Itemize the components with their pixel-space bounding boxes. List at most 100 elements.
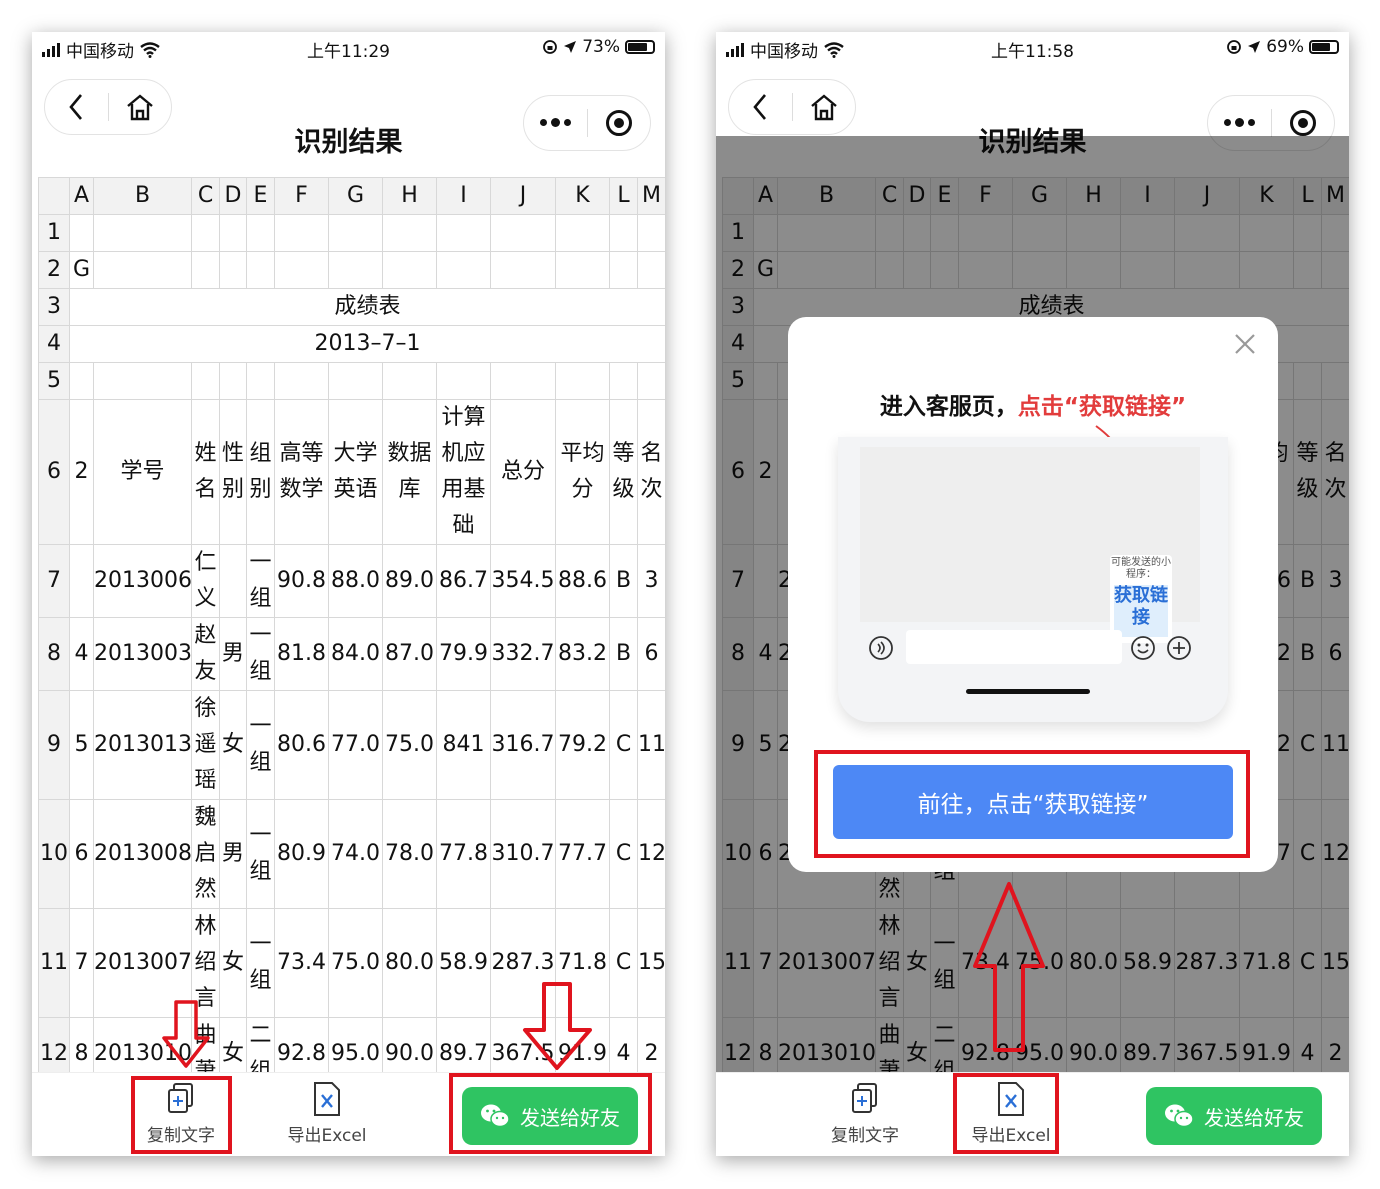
copy-icon [852, 1083, 877, 1113]
header-cell: 名次 [637, 399, 665, 545]
send-to-friend-label: 发送给好友 [1204, 1105, 1304, 1130]
table-cell: 男 [219, 617, 247, 691]
table-cell [69, 544, 94, 618]
chat-illustration: 可能发送的小程序： 获取链接 [838, 437, 1228, 722]
table-cell: 332.7 [490, 617, 556, 691]
close-miniprogram-button[interactable] [588, 95, 651, 151]
sheet-title: 成绩表 [69, 288, 665, 326]
table-row: 1 [38, 214, 665, 252]
mini-card-button: 获取链接 [1114, 585, 1168, 637]
chevron-left-icon [69, 94, 83, 120]
table-cell: 75.0 [328, 908, 383, 1018]
row-number: 7 [38, 544, 70, 618]
table-cell: 83.2 [555, 617, 610, 691]
copy-text-button[interactable]: 复制文字 [810, 1081, 920, 1146]
header-cell: 计算机应用基础 [436, 399, 491, 545]
chat-input-mock [906, 630, 1122, 664]
table-cell: 88.6 [555, 544, 610, 618]
table-cell: 3 [637, 544, 665, 618]
table-cell: 一组 [246, 617, 275, 691]
more-dots-icon [1223, 118, 1255, 127]
table-cell: 6 [637, 617, 665, 691]
voice-icon [869, 636, 893, 660]
target-icon [605, 110, 632, 136]
table-row: 2 G [38, 251, 665, 289]
column-header: I [436, 177, 491, 215]
modal-close-button[interactable] [1232, 331, 1258, 357]
table-cell: 86.7 [436, 544, 491, 618]
table-cell: 316.7 [490, 690, 556, 800]
table-cell: 一组 [246, 799, 275, 909]
row-number: 11 [38, 908, 70, 1018]
close-icon [1235, 334, 1255, 354]
phone-right: 中国移动 上午11:58 69% 识别结果 A B C D E F G H I … [716, 32, 1349, 1156]
target-icon [1289, 110, 1316, 136]
lock-rotation-icon [1227, 40, 1242, 54]
table-row: 7 2013006 仁义 一组 90.8 88.0 89.0 86.7 354.… [38, 544, 665, 618]
table-cell: 赵友 [191, 617, 220, 691]
table-cell: 一组 [246, 544, 275, 618]
column-header: D [219, 177, 247, 215]
column-header: E [246, 177, 275, 215]
more-dots-icon [539, 118, 571, 127]
column-header: A [69, 177, 94, 215]
header-cell: 平均分 [555, 399, 610, 545]
table-cell: C [609, 908, 638, 1018]
home-icon [126, 94, 153, 121]
location-icon [1248, 41, 1261, 53]
copy-text-label: 复制文字 [831, 1126, 899, 1146]
table-cell: 58.9 [436, 908, 491, 1018]
table-cell: 5 [69, 690, 94, 800]
table-cell: 4 [69, 617, 94, 691]
header-cell: 组别 [246, 399, 275, 545]
emoji-icon [1131, 636, 1155, 660]
table-cell: 女 [219, 908, 247, 1018]
export-excel-button[interactable]: 导出Excel [272, 1081, 382, 1146]
location-icon [564, 41, 577, 53]
column-header: G [328, 177, 383, 215]
row-number: 4 [38, 325, 70, 363]
nav-bar: 识别结果 [32, 62, 665, 170]
table-header-row: 6 2 学号 姓名 性别 组别 高等数学 大学英语 数据库 计算机应用基础 总分… [38, 399, 665, 545]
table-cell: 77.7 [555, 799, 610, 909]
column-header: K [555, 177, 610, 215]
table-cell: 77.8 [436, 799, 491, 909]
lock-rotation-icon [543, 40, 558, 54]
plus-icon [1167, 636, 1191, 660]
arrow-down-icon [162, 1000, 210, 1068]
table-cell: 78.0 [382, 799, 437, 909]
table-cell: 89.0 [382, 544, 437, 618]
column-header: H [382, 177, 437, 215]
more-button[interactable] [524, 95, 587, 151]
send-to-friend-button[interactable]: 发送给好友 [1146, 1087, 1322, 1145]
table-cell: 12 [637, 799, 665, 909]
battery-percent: 73% [582, 37, 620, 57]
chat-illustration-screen: 可能发送的小程序： 获取链接 [860, 447, 1200, 643]
table-cell: 77.0 [328, 690, 383, 800]
row-number: 6 [38, 399, 70, 545]
table-cell: 79.9 [436, 617, 491, 691]
table-cell: 2013003 [93, 617, 192, 691]
column-header: C [191, 177, 220, 215]
row-number: 1 [38, 214, 70, 252]
excel-file-icon [314, 1082, 340, 1116]
column-header: F [274, 177, 329, 215]
table-cell: 仁义 [191, 544, 220, 618]
header-cell: 高等数学 [274, 399, 329, 545]
table-row: 5 [38, 362, 665, 400]
table-cell: 88.0 [328, 544, 383, 618]
table-cell: 11 [637, 690, 665, 800]
modal-prompt-text: 进入客服页， [879, 394, 1018, 420]
phone-left: 中国移动 上午11:29 73% 识别结果 A B C D E F G H I … [32, 32, 665, 1156]
arrow-down-icon [523, 982, 592, 1070]
table-cell: 354.5 [490, 544, 556, 618]
row-number: 9 [38, 690, 70, 800]
row-number: 10 [38, 799, 70, 909]
table-row: 9 5 2013013 徐遥瑶 女 一组 80.6 77.0 75.0 841 … [38, 690, 665, 800]
column-header: L [609, 177, 638, 215]
header-cell: 性别 [219, 399, 247, 545]
table-cell: 90.8 [274, 544, 329, 618]
column-header: B [93, 177, 192, 215]
table-cell: 魏启然 [191, 799, 220, 909]
highlight-box-go [814, 750, 1250, 858]
